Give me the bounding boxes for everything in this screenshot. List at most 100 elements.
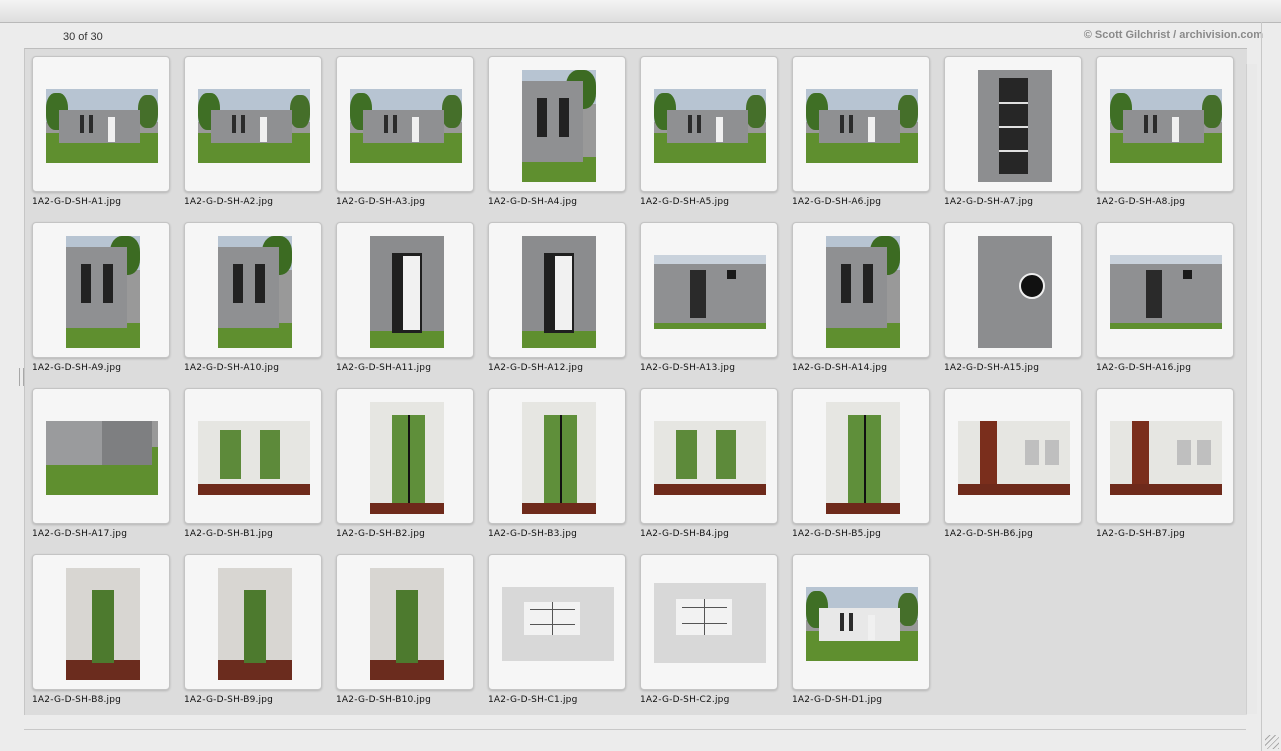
thumbnail-card[interactable] bbox=[640, 554, 778, 690]
interior-photo-icon[interactable] bbox=[522, 402, 596, 514]
thumbnail-card[interactable] bbox=[336, 554, 474, 690]
interior-photo-icon[interactable] bbox=[958, 421, 1070, 495]
door-opening bbox=[91, 590, 115, 664]
thumbnail-card[interactable] bbox=[32, 56, 170, 192]
plan-photo-icon[interactable] bbox=[502, 587, 614, 661]
thumbnail-card[interactable] bbox=[792, 554, 930, 690]
window-shape bbox=[220, 429, 241, 479]
porthole-window bbox=[726, 269, 736, 279]
grass-area bbox=[522, 331, 596, 348]
thumbnail-card[interactable] bbox=[336, 388, 474, 524]
thumbnail-card[interactable] bbox=[488, 56, 626, 192]
filename-label: 1A2-G-D-SH-A6.jpg bbox=[792, 197, 882, 207]
building-wall bbox=[218, 247, 279, 328]
thumbnail-card[interactable] bbox=[184, 222, 322, 358]
thumbnail-card[interactable] bbox=[488, 388, 626, 524]
interior-photo-icon[interactable] bbox=[1110, 421, 1222, 495]
interior-photo-icon[interactable] bbox=[826, 402, 900, 514]
exterior-photo-icon[interactable] bbox=[826, 236, 900, 348]
thumbnail-card[interactable] bbox=[944, 222, 1082, 358]
exterior-photo-icon[interactable] bbox=[218, 236, 292, 348]
tree-shape bbox=[137, 94, 158, 129]
thumbnail-card[interactable] bbox=[1096, 222, 1234, 358]
window-shape bbox=[863, 264, 874, 304]
exterior-photo-icon[interactable] bbox=[978, 236, 1052, 348]
poster-frame bbox=[1045, 439, 1059, 466]
filename-label: 1A2-G-D-SH-A15.jpg bbox=[944, 363, 1040, 373]
vertical-scrollbar[interactable] bbox=[1246, 64, 1257, 714]
thumbnail-card[interactable] bbox=[184, 554, 322, 690]
thumbnail-card[interactable] bbox=[184, 56, 322, 192]
filename-label: 1A2-G-D-SH-A8.jpg bbox=[1096, 197, 1186, 207]
filename-label: 1A2-G-D-SH-A2.jpg bbox=[184, 197, 274, 207]
thumbnail-card[interactable] bbox=[944, 388, 1082, 524]
filename-label: 1A2-G-D-SH-A12.jpg bbox=[488, 363, 584, 373]
thumbnail-card[interactable] bbox=[640, 56, 778, 192]
thumbnail-card[interactable] bbox=[32, 222, 170, 358]
exterior-photo-icon[interactable] bbox=[654, 255, 766, 329]
exterior-photo-icon[interactable] bbox=[978, 70, 1052, 182]
thumbnail-card[interactable] bbox=[488, 222, 626, 358]
thumbnail-card[interactable] bbox=[336, 56, 474, 192]
thumbnail-card[interactable] bbox=[640, 388, 778, 524]
exterior-photo-icon[interactable] bbox=[806, 89, 918, 163]
exterior-photo-icon[interactable] bbox=[522, 70, 596, 182]
interior-photo-icon[interactable] bbox=[370, 402, 444, 514]
exterior-photo-icon[interactable] bbox=[654, 89, 766, 163]
exterior-photo-icon[interactable] bbox=[1110, 89, 1222, 163]
floor-area bbox=[826, 502, 900, 514]
filename-label: 1A2-G-D-SH-A7.jpg bbox=[944, 197, 1034, 207]
filename-label: 1A2-G-D-SH-B10.jpg bbox=[336, 695, 432, 705]
filename-label: 1A2-G-D-SH-B7.jpg bbox=[1096, 529, 1186, 539]
thumbnail-card[interactable] bbox=[1096, 388, 1234, 524]
door-shape bbox=[1171, 117, 1180, 143]
thumbnail-card[interactable] bbox=[32, 388, 170, 524]
window-shape bbox=[240, 114, 246, 134]
building-wall bbox=[826, 247, 887, 328]
wall-shadow bbox=[102, 421, 153, 466]
thumbnail-card[interactable] bbox=[792, 388, 930, 524]
door-opening bbox=[243, 590, 267, 664]
thumbnail-card[interactable] bbox=[336, 222, 474, 358]
thumbnail-card[interactable] bbox=[32, 554, 170, 690]
building-wall bbox=[654, 263, 766, 324]
filename-label: 1A2-G-D-SH-B5.jpg bbox=[792, 529, 882, 539]
resize-grip-icon[interactable] bbox=[1265, 735, 1279, 749]
filename-label: 1A2-G-D-SH-C2.jpg bbox=[640, 695, 730, 705]
exterior-photo-icon[interactable] bbox=[1110, 255, 1222, 329]
door-shape bbox=[259, 117, 268, 143]
exterior-photo-icon[interactable] bbox=[198, 89, 310, 163]
thumbnail-card[interactable] bbox=[640, 222, 778, 358]
exterior-photo-icon[interactable] bbox=[522, 236, 596, 348]
window-shape bbox=[1152, 114, 1158, 134]
side-drag-handle[interactable] bbox=[19, 368, 24, 386]
window-shape bbox=[383, 114, 389, 134]
thumbnail-card[interactable] bbox=[1096, 56, 1234, 192]
thumbnail-card[interactable] bbox=[184, 388, 322, 524]
exterior-photo-icon[interactable] bbox=[46, 89, 158, 163]
filename-label: 1A2-G-D-SH-A9.jpg bbox=[32, 363, 122, 373]
exterior-photo-icon[interactable] bbox=[66, 236, 140, 348]
thumbnail-card[interactable] bbox=[792, 222, 930, 358]
filename-label: 1A2-G-D-SH-B8.jpg bbox=[32, 695, 122, 705]
exterior-photo-icon[interactable] bbox=[350, 89, 462, 163]
interior-photo-icon[interactable] bbox=[654, 421, 766, 495]
window-divider bbox=[1261, 22, 1262, 751]
filename-label: 1A2-G-D-SH-A13.jpg bbox=[640, 363, 736, 373]
exterior-photo-icon[interactable] bbox=[370, 236, 444, 348]
plan-photo-icon[interactable] bbox=[654, 583, 766, 663]
interior-photo-icon[interactable] bbox=[198, 421, 310, 495]
window-shape bbox=[80, 264, 92, 304]
filename-label: 1A2-G-D-SH-A11.jpg bbox=[336, 363, 432, 373]
window-shape bbox=[79, 114, 85, 134]
exterior-photo-icon[interactable] bbox=[806, 587, 918, 661]
thumbnail-card[interactable] bbox=[944, 56, 1082, 192]
interior-photo-icon[interactable] bbox=[66, 568, 140, 680]
exterior-photo-icon[interactable] bbox=[46, 421, 158, 495]
tree-shape bbox=[745, 94, 766, 129]
interior-photo-icon[interactable] bbox=[218, 568, 292, 680]
thumbnail-card[interactable] bbox=[792, 56, 930, 192]
thumbnail-card[interactable] bbox=[488, 554, 626, 690]
grass-area bbox=[370, 331, 444, 348]
interior-photo-icon[interactable] bbox=[370, 568, 444, 680]
